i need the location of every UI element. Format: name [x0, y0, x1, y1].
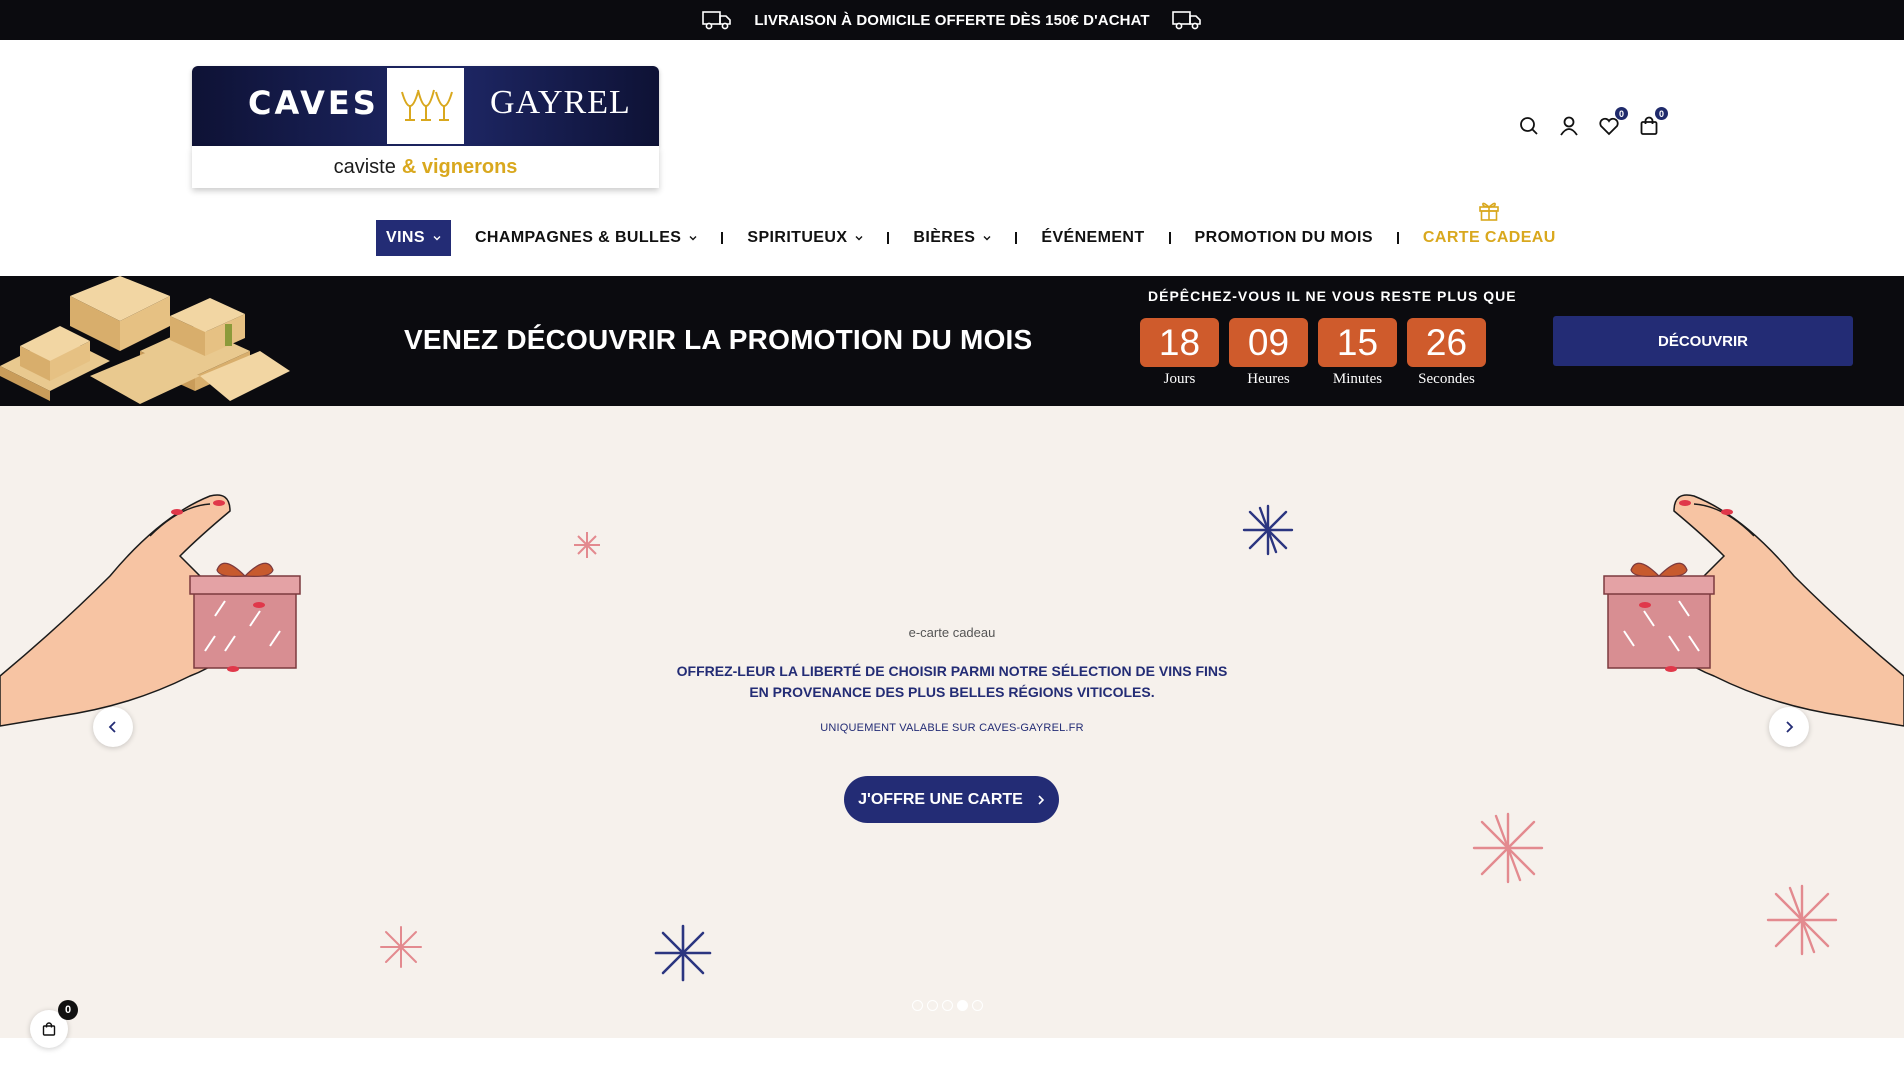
slider-next-button[interactable] — [1769, 707, 1809, 747]
countdown-minutes: 15 Minutes — [1318, 318, 1397, 388]
floating-cart-count: 0 — [58, 1000, 78, 1020]
nav-evenement[interactable]: ÉVÉNEMENT — [1031, 220, 1154, 256]
chevron-down-icon — [433, 236, 441, 241]
sparkle-icon — [380, 926, 422, 968]
offer-card-label: J'OFFRE UNE CARTE — [858, 790, 1023, 808]
shipping-banner: LIVRAISON À DOMICILE OFFERTE DÈS 150€ D'… — [0, 0, 1904, 40]
nav-vins[interactable]: VINS — [376, 220, 451, 256]
shipping-text: LIVRAISON À DOMICILE OFFERTE DÈS 150€ D'… — [754, 11, 1150, 29]
header-actions: 0 0 — [1518, 107, 1668, 137]
logo-tagline: caviste & vignerons — [192, 146, 659, 188]
promo-title: VENEZ DÉCOUVRIR LA PROMOTION DU MOIS — [404, 324, 1033, 355]
chevron-left-icon — [108, 721, 116, 733]
nav-separator — [1168, 232, 1171, 244]
gift-icon — [1479, 202, 1500, 221]
hero-slider: e-carte cadeau OFFREZ-LEUR LA LIBERTÉ DE… — [0, 406, 1904, 1038]
wishlist-count: 0 — [1615, 107, 1628, 120]
countdown-label: Minutes — [1332, 371, 1383, 387]
sparkle-icon — [654, 924, 712, 982]
floating-cart-button[interactable]: 0 — [30, 1000, 78, 1048]
main-navigation: VINS CHAMPAGNES & BULLES SPIRITUEUX BIÈR… — [376, 202, 1566, 256]
tagline-caviste: caviste — [333, 155, 396, 178]
sparkle-icon — [574, 532, 600, 558]
decouvrir-button[interactable]: DÉCOUVRIR — [1553, 316, 1853, 366]
chevron-down-icon — [689, 236, 697, 241]
shopping-bag-icon — [42, 1022, 56, 1036]
search-icon[interactable] — [1518, 115, 1540, 137]
wine-crates-illustration — [0, 276, 290, 404]
hero-headline-1: OFFREZ-LEUR LA LIBERTÉ DE CHOISIR PARMI … — [676, 663, 1228, 679]
nav-label: BIÈRES — [913, 229, 976, 246]
slider-dot-active[interactable] — [957, 1000, 968, 1011]
logo-banner: CAVES GAYREL — [192, 66, 659, 146]
site-logo[interactable]: CAVES GAYREL caviste & vignerons — [192, 66, 659, 222]
truck-icon — [702, 11, 732, 30]
nav-carte-cadeau[interactable]: CARTE CADEAU — [1413, 202, 1566, 256]
countdown-value: 18 — [1140, 318, 1219, 367]
nav-champagnes[interactable]: CHAMPAGNES & BULLES — [465, 220, 707, 256]
nav-label: ÉVÉNEMENT — [1041, 229, 1145, 246]
countdown-value: 09 — [1229, 318, 1308, 367]
tagline-vignerons: & vignerons — [401, 155, 518, 178]
hero-kicker: e-carte cadeau — [908, 625, 996, 640]
countdown-value: 26 — [1407, 318, 1486, 367]
truck-icon — [1171, 11, 1201, 30]
chevron-right-icon — [1038, 794, 1044, 805]
chevron-down-icon — [855, 236, 863, 241]
sparkle-icon — [1242, 504, 1294, 556]
nav-label: CHAMPAGNES & BULLES — [474, 229, 682, 246]
cart-button[interactable]: 0 — [1638, 107, 1668, 137]
countdown-hours: 09 Heures — [1229, 318, 1308, 388]
sparkle-icon — [1472, 812, 1544, 884]
chevron-right-icon — [1786, 721, 1794, 733]
wishlist-button[interactable]: 0 — [1598, 107, 1628, 137]
nav-separator — [887, 232, 890, 244]
cart-count: 0 — [1655, 107, 1668, 120]
slider-pagination — [912, 1000, 983, 1011]
nav-promotion[interactable]: PROMOTION DU MOIS — [1185, 220, 1383, 256]
nav-separator — [1396, 232, 1399, 244]
chevron-down-icon — [983, 236, 991, 241]
nav-label: SPIRITUEUX — [747, 229, 848, 246]
countdown-label: Secondes — [1418, 371, 1475, 387]
hero-headline-2: EN PROVENANCE DES PLUS BELLES RÉGIONS VI… — [749, 684, 1155, 700]
nav-label: PROMOTION DU MOIS — [1194, 229, 1373, 246]
countdown-seconds: 26 Secondes — [1407, 318, 1486, 388]
logo-word-caves: CAVES — [248, 84, 379, 122]
sparkle-icon — [1766, 884, 1838, 956]
slider-dot[interactable] — [972, 1000, 983, 1011]
nav-label: CARTE CADEAU — [1422, 229, 1556, 246]
slider-dot[interactable] — [927, 1000, 938, 1011]
offer-card-button[interactable]: J'OFFRE UNE CARTE — [844, 776, 1059, 823]
countdown-label: Jours — [1163, 371, 1196, 387]
nav-separator — [721, 232, 724, 244]
nav-label: VINS — [386, 229, 425, 246]
slider-prev-button[interactable] — [93, 707, 133, 747]
countdown-label: Heures — [1247, 371, 1290, 387]
slider-dot[interactable] — [912, 1000, 923, 1011]
site-header: CAVES GAYREL caviste & vignerons 0 0 VIN… — [0, 40, 1904, 276]
user-icon[interactable] — [1558, 115, 1580, 137]
nav-bieres[interactable]: BIÈRES — [903, 220, 1001, 256]
slider-dot[interactable] — [942, 1000, 953, 1011]
countdown-days: 18 Jours — [1140, 318, 1219, 388]
promo-banner: VENEZ DÉCOUVRIR LA PROMOTION DU MOIS DÉP… — [0, 276, 1904, 406]
hero-note: UNIQUEMENT VALABLE SUR CAVES-GAYREL.FR — [820, 722, 1084, 734]
nav-separator — [1015, 232, 1018, 244]
nav-spiritueux[interactable]: SPIRITUEUX — [737, 220, 873, 256]
countdown-caption: DÉPÊCHEZ-VOUS IL NE VOUS RESTE PLUS QUE — [1148, 288, 1517, 304]
logo-word-gayrel: GAYREL — [490, 84, 631, 121]
countdown-value: 15 — [1318, 318, 1397, 367]
wine-glasses-icon — [387, 68, 464, 144]
